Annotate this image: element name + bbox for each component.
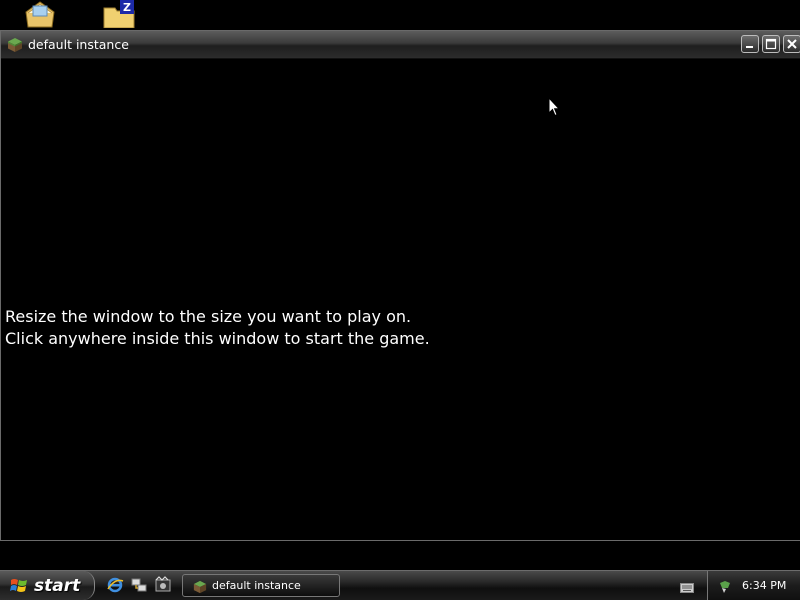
minimize-button[interactable] — [741, 35, 759, 53]
window-controls — [741, 35, 800, 53]
mouse-cursor-icon — [548, 96, 561, 117]
start-label: start — [34, 575, 81, 596]
close-icon — [787, 39, 797, 49]
system-tray: 6:34 PM — [707, 571, 800, 600]
internet-explorer-icon[interactable] — [106, 576, 124, 594]
zip-folder-icon[interactable]: Z — [103, 0, 135, 29]
window-titlebar[interactable]: default instance — [1, 31, 800, 59]
svg-text:Z: Z — [123, 1, 131, 14]
game-canvas[interactable]: Resize the window to the size you want t… — [1, 59, 800, 540]
windows-logo-icon — [10, 577, 28, 595]
clock[interactable]: 6:34 PM — [742, 579, 786, 592]
maximize-button[interactable] — [762, 35, 780, 53]
taskbar: start default instance 6:34 PM — [0, 570, 800, 600]
quick-launch — [106, 576, 172, 594]
desktop: Z default instance Resize the window to … — [0, 0, 800, 600]
network-icon[interactable] — [130, 576, 148, 594]
network-status-icon[interactable] — [718, 579, 732, 593]
taskbar-item-label: default instance — [212, 579, 301, 592]
keyboard-icon[interactable] — [680, 579, 694, 593]
game-window[interactable]: default instance Resize the window to th… — [0, 30, 800, 541]
taskbar-item-default-instance[interactable]: default instance — [182, 574, 340, 597]
instruction-line-1: Resize the window to the size you want t… — [5, 307, 412, 326]
grass-block-icon — [193, 579, 207, 593]
instruction-line-2: Click anywhere inside this window to sta… — [5, 329, 430, 348]
grass-block-icon — [7, 37, 23, 53]
maximize-icon — [765, 38, 777, 50]
close-button[interactable] — [783, 35, 800, 53]
mail-icon[interactable] — [24, 0, 56, 28]
media-icon[interactable] — [154, 576, 172, 594]
start-button[interactable]: start — [0, 571, 95, 600]
instructions: Resize the window to the size you want t… — [5, 306, 430, 350]
minimize-icon — [746, 46, 753, 48]
window-title: default instance — [28, 37, 129, 52]
